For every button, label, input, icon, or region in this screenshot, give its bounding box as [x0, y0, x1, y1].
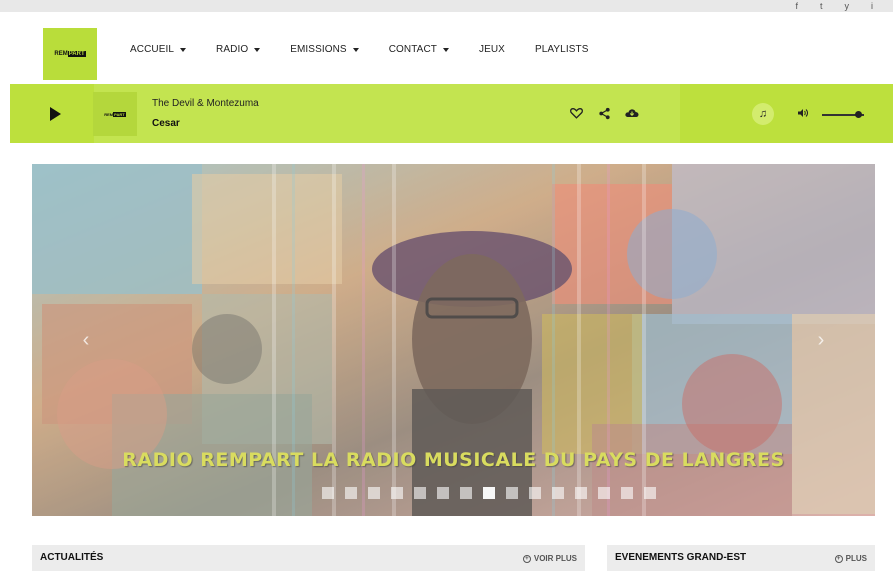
- youtube-icon[interactable]: y: [845, 0, 850, 12]
- news-section-title: ACTUALITÉS: [40, 552, 104, 563]
- main-navbar: REM PART ACCUEIL RADIO EMISSIONS CONTACT …: [0, 12, 893, 84]
- music-note-icon[interactable]: ♫: [752, 103, 774, 125]
- play-icon[interactable]: [50, 107, 61, 121]
- chevron-down-icon: [442, 47, 449, 52]
- news-section-header: ACTUALITÉS + VOIR PLUS: [32, 545, 585, 571]
- events-more-link[interactable]: + PLUS: [834, 554, 867, 563]
- news-see-more-link[interactable]: + VOIR PLUS: [522, 554, 577, 563]
- plus-circle-icon: +: [522, 554, 531, 563]
- slider-dot[interactable]: [575, 487, 587, 499]
- menu-item-jeux[interactable]: JEUX: [479, 44, 505, 55]
- chevron-down-icon: [180, 47, 187, 52]
- site-logo[interactable]: REM PART: [43, 28, 97, 80]
- events-section-title: EVENEMENTS GRAND-EST: [615, 552, 747, 563]
- heart-icon[interactable]: [569, 106, 583, 120]
- slider-dot[interactable]: [529, 487, 541, 499]
- track-artwork: REM PART: [93, 92, 137, 136]
- share-icon[interactable]: [597, 106, 611, 120]
- social-links: f t y i: [795, 0, 873, 12]
- chevron-down-icon: [254, 47, 261, 52]
- now-playing-panel: [94, 84, 680, 143]
- chevron-down-icon: [352, 47, 359, 52]
- menu-item-accueil[interactable]: ACCUEIL: [130, 44, 187, 55]
- menu-item-contact[interactable]: CONTACT: [389, 44, 449, 55]
- hero-caption: RADIO REMPART LA RADIO MUSICALE DU PAYS …: [122, 449, 785, 471]
- top-bar: f t y i: [0, 0, 893, 12]
- facebook-icon[interactable]: f: [795, 0, 798, 12]
- track-title: The Devil & Montezuma: [152, 98, 259, 109]
- cloud-download-icon[interactable]: [625, 106, 639, 120]
- track-artist: Cesar: [152, 118, 180, 129]
- slider-dot[interactable]: [552, 487, 564, 499]
- menu-item-emissions[interactable]: EMISSIONS: [290, 44, 359, 55]
- twitter-icon[interactable]: t: [820, 0, 823, 12]
- menu-item-playlists[interactable]: PLAYLISTS: [535, 44, 589, 55]
- slider-dot[interactable]: [437, 487, 449, 499]
- slider-dot[interactable]: [506, 487, 518, 499]
- logo-wordmark: REM PART: [54, 51, 86, 57]
- slider-next-arrow[interactable]: ›: [811, 330, 831, 350]
- volume-icon[interactable]: [797, 108, 809, 120]
- instagram-icon[interactable]: i: [871, 0, 873, 12]
- slider-dot[interactable]: [483, 487, 495, 499]
- plus-circle-icon: +: [834, 554, 843, 563]
- slider-dot[interactable]: [598, 487, 610, 499]
- slider-dot[interactable]: [368, 487, 380, 499]
- slider-dot[interactable]: [621, 487, 633, 499]
- artwork-wordmark: REM PART: [104, 111, 126, 117]
- slider-pagination: [322, 487, 656, 499]
- slider-dot[interactable]: [644, 487, 656, 499]
- main-menu: ACCUEIL RADIO EMISSIONS CONTACT JEUX PLA…: [130, 44, 618, 55]
- hero-slider[interactable]: ‹ › RADIO REMPART LA RADIO MUSICALE DU P…: [32, 164, 875, 516]
- slider-dot[interactable]: [391, 487, 403, 499]
- slider-dot[interactable]: [322, 487, 334, 499]
- volume-slider-handle[interactable]: [854, 111, 862, 118]
- slider-dot[interactable]: [345, 487, 357, 499]
- slider-prev-arrow[interactable]: ‹: [76, 330, 96, 350]
- events-section-header: EVENEMENTS GRAND-EST + PLUS: [607, 545, 875, 571]
- slider-dot[interactable]: [460, 487, 472, 499]
- menu-item-radio[interactable]: RADIO: [216, 44, 261, 55]
- slider-dot[interactable]: [414, 487, 426, 499]
